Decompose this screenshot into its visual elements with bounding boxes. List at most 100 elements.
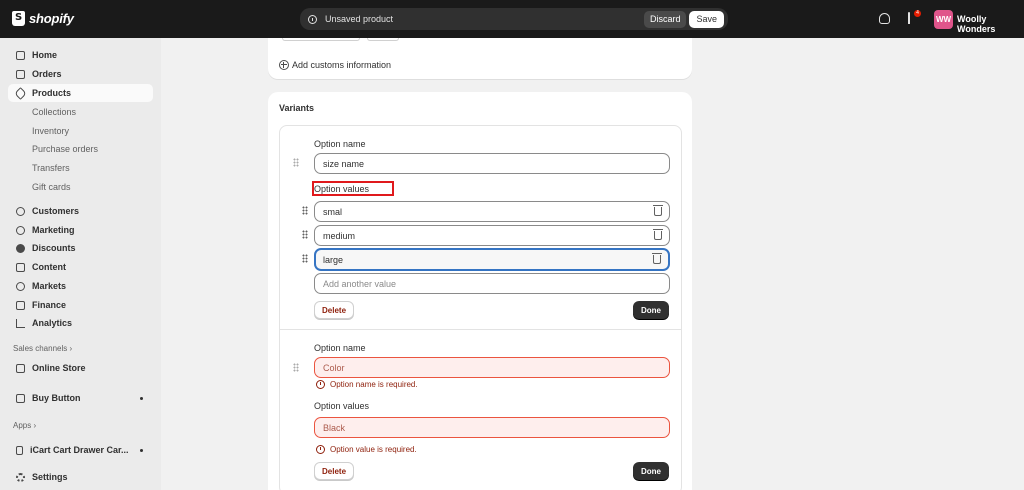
- error-icon: [316, 445, 325, 454]
- sidebar-item-analytics[interactable]: Analytics: [8, 314, 153, 332]
- error-icon: [316, 380, 325, 389]
- globe-icon: [16, 281, 25, 291]
- sidebar-subitem-purchase-orders[interactable]: Purchase orders: [32, 144, 98, 154]
- trash-icon[interactable]: [653, 205, 663, 216]
- sidebar-subitem-collections[interactable]: Collections: [32, 107, 76, 117]
- sidebar-item-markets[interactable]: Markets: [8, 277, 153, 295]
- option-name-label: Option name: [314, 139, 366, 149]
- shopify-logo[interactable]: shopify: [12, 11, 74, 26]
- option-value-input[interactable]: smal: [314, 201, 670, 222]
- sidebar-subitem-inventory[interactable]: Inventory: [32, 126, 69, 136]
- sidebar-subitem-gift-cards[interactable]: Gift cards: [32, 182, 71, 192]
- sidebar-item-label: Home: [32, 50, 58, 60]
- storefront-icon: [16, 363, 25, 373]
- discount-icon: [16, 243, 25, 253]
- option-values-label: Option values: [314, 401, 370, 411]
- sidebar-subitem-transfers[interactable]: Transfers: [32, 163, 70, 173]
- sidebar-item-label: Markets: [32, 281, 67, 291]
- variants-card: Variants Option name size name Option va…: [268, 92, 692, 490]
- partial-field: [367, 38, 399, 41]
- bank-icon: [16, 300, 25, 310]
- buy-button-icon: [16, 393, 25, 403]
- trash-icon[interactable]: [653, 229, 663, 240]
- top-bar: shopify Unsaved product Discard Save 4 W…: [0, 0, 1024, 38]
- more-dot-icon[interactable]: [140, 396, 143, 400]
- variants-title: Variants: [279, 103, 315, 113]
- sidebar-item-label: Analytics: [32, 318, 73, 328]
- drag-handle-icon[interactable]: [302, 254, 308, 263]
- add-customs-button[interactable]: Add customs information: [279, 60, 391, 70]
- info-icon: [308, 14, 317, 24]
- options-box: Option name size name Option values smal…: [279, 125, 682, 490]
- drag-handle-icon[interactable]: [293, 363, 299, 372]
- partial-field: [282, 38, 360, 41]
- sidebar-item-label: Buy Button: [32, 393, 81, 403]
- sidebar-item-discounts[interactable]: Discounts: [8, 239, 153, 257]
- annotation-highlight: [312, 181, 394, 196]
- option-value-error: Option value is required.: [316, 445, 417, 454]
- option-name-input[interactable]: size name: [314, 153, 670, 174]
- avatar[interactable]: WW: [934, 10, 953, 29]
- sidebar-item-label: Products: [32, 88, 72, 98]
- app-icon: [16, 445, 23, 455]
- sidebar-item-label: Customers: [32, 206, 80, 216]
- apps-heading[interactable]: Apps ›: [13, 421, 36, 430]
- sidebar-item-finance[interactable]: Finance: [8, 296, 153, 314]
- option-value-input[interactable]: medium: [314, 225, 670, 246]
- sidebar-item-label: iCart Cart Drawer Car...: [30, 445, 129, 455]
- unsaved-title: Unsaved product: [325, 14, 394, 24]
- sidebar-item-buy-button[interactable]: Buy Button: [8, 389, 153, 407]
- store-switcher-icon[interactable]: [879, 13, 890, 24]
- sidebar-item-content[interactable]: Content: [8, 258, 153, 276]
- sidebar-item-home[interactable]: Home: [8, 46, 153, 64]
- bar-chart-icon: [16, 318, 25, 328]
- option-name-input-error[interactable]: Color: [314, 357, 670, 378]
- delete-option-button[interactable]: Delete: [314, 462, 355, 480]
- sidebar-item-label: Content: [32, 262, 66, 272]
- shipping-card: Add customs information: [268, 38, 692, 79]
- save-button[interactable]: Save: [689, 10, 724, 28]
- delete-option-button[interactable]: Delete: [314, 301, 355, 319]
- more-dot-icon[interactable]: [140, 448, 143, 452]
- tag-icon: [14, 86, 27, 100]
- sidebar-item-customers[interactable]: Customers: [8, 202, 153, 220]
- person-icon: [16, 206, 25, 216]
- option-divider: [280, 329, 681, 330]
- plus-circle-icon: [279, 60, 289, 70]
- sidebar-item-label: Online Store: [32, 363, 86, 373]
- sidebar-item-label: Finance: [32, 300, 67, 310]
- sidebar-item-products[interactable]: Products: [8, 84, 153, 102]
- trash-icon[interactable]: [652, 253, 662, 264]
- done-button[interactable]: Done: [633, 462, 669, 480]
- unsaved-changes-bar: Unsaved product Discard Save: [300, 8, 728, 30]
- store-name[interactable]: Woolly Wonders: [957, 14, 1024, 34]
- brand-wordmark: shopify: [29, 11, 74, 26]
- option-value-input-error[interactable]: Black: [314, 417, 670, 438]
- drag-handle-icon[interactable]: [302, 230, 308, 239]
- add-customs-label: Add customs information: [292, 60, 392, 70]
- done-button[interactable]: Done: [633, 301, 669, 319]
- orders-icon: [16, 69, 25, 79]
- option-name-error: Option name is required.: [316, 380, 418, 389]
- sidebar-item-marketing[interactable]: Marketing: [8, 221, 153, 239]
- drag-handle-icon[interactable]: [302, 206, 308, 215]
- option-value-input-focused[interactable]: large: [314, 248, 670, 271]
- sidebar-item-label: Discounts: [32, 243, 76, 253]
- sidebar-item-online-store[interactable]: Online Store: [8, 359, 153, 377]
- drag-handle-icon[interactable]: [293, 158, 299, 167]
- target-icon: [16, 225, 25, 235]
- home-icon: [16, 50, 25, 60]
- sidebar-item-label: Orders: [32, 69, 62, 79]
- sidebar-item-label: Settings: [32, 472, 68, 482]
- sidebar: Home Orders Products Collections Invento…: [0, 38, 161, 490]
- sidebar-item-settings[interactable]: Settings: [8, 468, 153, 486]
- sidebar-item-orders[interactable]: Orders: [8, 65, 153, 83]
- shopify-bag-icon: [12, 11, 25, 26]
- sidebar-item-icart[interactable]: iCart Cart Drawer Car...: [8, 441, 153, 459]
- notifications-bell-icon[interactable]: 4: [908, 10, 921, 24]
- gear-icon: [16, 472, 25, 482]
- discard-button[interactable]: Discard: [643, 10, 687, 28]
- notification-badge: 4: [914, 10, 921, 17]
- add-value-input[interactable]: Add another value: [314, 273, 670, 294]
- sales-channels-heading[interactable]: Sales channels ›: [13, 344, 72, 353]
